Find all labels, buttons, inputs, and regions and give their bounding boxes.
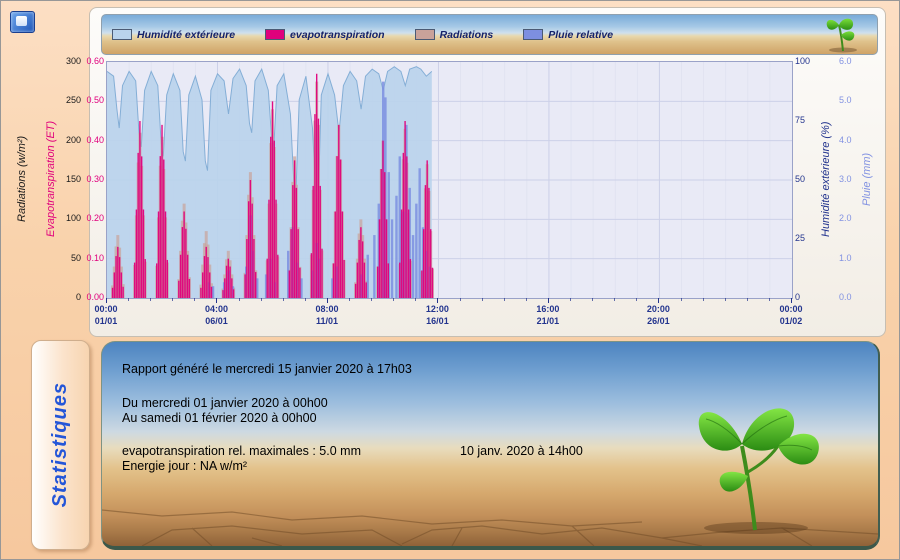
- x-minor-tick: [725, 298, 726, 301]
- radiation-axis-title: Radiations (w/m²): [14, 61, 30, 297]
- x-minor-tick: [172, 298, 173, 301]
- x-minor-tick: [239, 298, 240, 301]
- x-minor-tick: [261, 298, 262, 301]
- x-minor-tick: [614, 298, 615, 301]
- x-time-label: 04:00: [191, 304, 241, 314]
- x-minor-tick: [349, 298, 350, 301]
- statistics-panel: Rapport généré le mercredi 15 janvier 20…: [101, 341, 880, 550]
- x-minor-tick: [460, 298, 461, 301]
- x-time-label: 08:00: [302, 304, 352, 314]
- axis-tick-label: 4.0: [839, 135, 852, 145]
- x-date-label: 11/01: [302, 316, 352, 326]
- axis-tick-label: 0.20: [86, 213, 104, 223]
- x-minor-tick: [194, 298, 195, 301]
- x-minor-tick: [128, 298, 129, 301]
- legend-item-label: Humidité extérieure: [137, 29, 235, 41]
- x-tick-mark: [791, 298, 792, 303]
- tab-statistiques-label: Statistiques: [49, 382, 72, 507]
- axis-tick-label: 100: [795, 56, 810, 66]
- x-date-label: 01/01: [81, 316, 131, 326]
- legend-items: Humidité extérieure evapotranspiration Rad…: [102, 29, 613, 41]
- x-minor-tick: [393, 298, 394, 301]
- axis-tick-label: 0.00: [86, 292, 104, 302]
- legend-item-label: Pluie relative: [548, 29, 613, 41]
- x-time-label: 00:00: [766, 304, 816, 314]
- weather-report-window: Humidité extérieure evapotranspiration Rad…: [0, 0, 900, 560]
- x-tick-mark: [548, 298, 549, 303]
- x-tick-mark: [216, 298, 217, 303]
- x-minor-tick: [371, 298, 372, 301]
- axis-tick-label: 1.0: [839, 253, 852, 263]
- legend-item-humidit-ext-rieure[interactable]: Humidité extérieure: [112, 29, 235, 41]
- plant-image: [670, 374, 830, 534]
- x-minor-tick: [570, 298, 571, 301]
- app-icon: [10, 11, 35, 33]
- max-evapotranspiration-time: 10 janv. 2020 à 14h00: [460, 444, 583, 458]
- axis-tick-label: 0: [795, 292, 800, 302]
- legend-swatch: [112, 29, 132, 40]
- period-to-line: Au samedi 01 février 2020 à 00h00: [122, 411, 317, 425]
- chart-legend: Humidité extérieure evapotranspiration Rad…: [101, 14, 878, 55]
- x-tick-mark: [658, 298, 659, 303]
- period-from-line: Du mercredi 01 janvier 2020 à 00h00: [122, 396, 328, 410]
- x-date-label: 01/02: [766, 316, 816, 326]
- axis-tick-label: 0.0: [839, 292, 852, 302]
- x-minor-tick: [415, 298, 416, 301]
- x-date-label: 06/01: [191, 316, 241, 326]
- legend-swatch: [523, 29, 543, 40]
- x-minor-tick: [769, 298, 770, 301]
- x-time-label: 00:00: [81, 304, 131, 314]
- legend-swatch: [415, 29, 435, 40]
- x-minor-tick: [504, 298, 505, 301]
- axis-tick-label: 6.0: [839, 56, 852, 66]
- legend-item-label: Radiations: [440, 29, 494, 41]
- x-minor-tick: [526, 298, 527, 301]
- x-minor-tick: [681, 298, 682, 301]
- legend-swatch: [265, 29, 285, 40]
- axis-tick-label: 75: [795, 115, 805, 125]
- x-date-label: 16/01: [412, 316, 462, 326]
- legend-item-label: evapotranspiration: [290, 29, 385, 41]
- axis-tick-label: 0.10: [86, 253, 104, 263]
- x-minor-tick: [592, 298, 593, 301]
- x-time-label: 16:00: [523, 304, 573, 314]
- app-icon-glyph: [16, 16, 27, 26]
- x-minor-tick: [283, 298, 284, 301]
- axis-tick-label: 25: [795, 233, 805, 243]
- tab-statistiques[interactable]: Statistiques: [31, 340, 90, 550]
- axis-tick-label: 3.0: [839, 174, 852, 184]
- x-minor-tick: [703, 298, 704, 301]
- evapotranspiration-axis-ticks: 0.000.100.200.300.400.500.60: [59, 61, 104, 297]
- max-evapotranspiration-line: evapotranspiration rel. maximales : 5.0 …: [122, 444, 361, 458]
- x-time-label: 20:00: [633, 304, 683, 314]
- energy-line: Energie jour : NA w/m²: [122, 459, 247, 473]
- axis-tick-label: 0.40: [86, 135, 104, 145]
- plot-area[interactable]: [106, 61, 793, 299]
- legend-item-radiations[interactable]: Radiations: [415, 29, 494, 41]
- x-tick-mark: [327, 298, 328, 303]
- x-minor-tick: [305, 298, 306, 301]
- x-minor-tick: [747, 298, 748, 301]
- rain-axis-ticks: 0.01.02.03.04.05.06.0: [839, 61, 869, 297]
- x-date-label: 21/01: [523, 316, 573, 326]
- axis-tick-label: 0.30: [86, 174, 104, 184]
- report-generated-line: Rapport généré le mercredi 15 janvier 20…: [122, 362, 412, 376]
- humidity-axis-ticks: 0255075100: [795, 61, 825, 297]
- x-tick-mark: [437, 298, 438, 303]
- x-minor-tick: [636, 298, 637, 301]
- axis-tick-label: 5.0: [839, 95, 852, 105]
- axis-tick-label: 0.50: [86, 95, 104, 105]
- x-tick-mark: [106, 298, 107, 303]
- axis-tick-label: 2.0: [839, 213, 852, 223]
- axis-tick-label: 0.60: [86, 56, 104, 66]
- x-time-label: 12:00: [412, 304, 462, 314]
- sprout-icon: [823, 17, 865, 53]
- legend-item-evapotranspiration[interactable]: evapotranspiration: [265, 29, 385, 41]
- axis-tick-label: 50: [795, 174, 805, 184]
- x-minor-tick: [150, 298, 151, 301]
- x-minor-tick: [482, 298, 483, 301]
- x-date-label: 26/01: [633, 316, 683, 326]
- legend-item-pluie-relative[interactable]: Pluie relative: [523, 29, 613, 41]
- chart-plot-svg: [107, 62, 792, 298]
